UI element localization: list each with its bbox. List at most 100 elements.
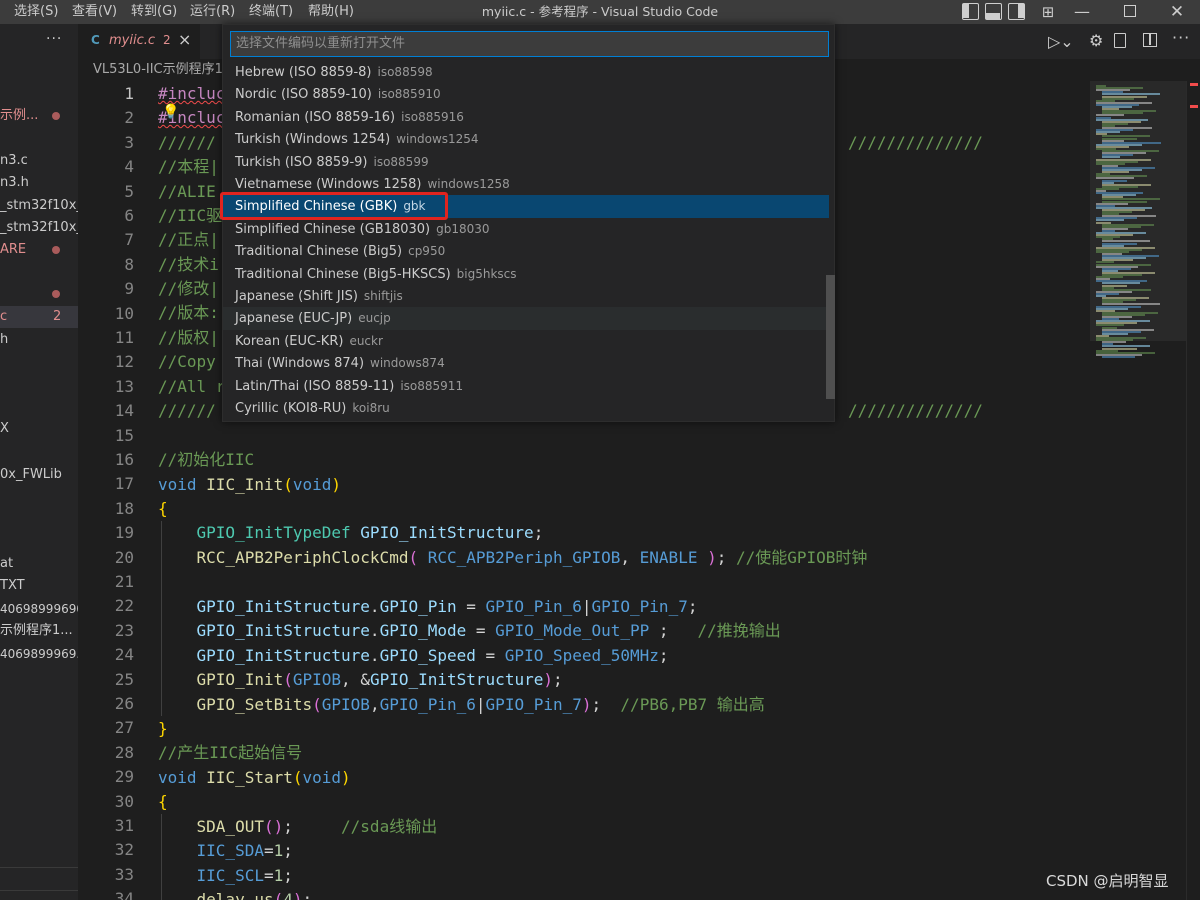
close-tab-icon[interactable]: × xyxy=(178,30,191,49)
file-item[interactable]: _stm32f10x_... xyxy=(0,195,78,217)
toggle-secondary-sidebar-icon[interactable] xyxy=(1008,3,1025,20)
code-line-34: delay_us(4); xyxy=(158,888,313,900)
code-line-8: //技术i xyxy=(158,255,219,274)
file-item[interactable]: TXT xyxy=(0,575,78,597)
encoding-option[interactable]: Cyrillic (KOI8-RU) koi8ru xyxy=(223,397,829,419)
code-line-7: //正点| xyxy=(158,230,219,249)
macro: GPIO_Pin_7 xyxy=(591,597,688,616)
encoding-id: koi8ru xyxy=(352,401,390,415)
line-number: 27 xyxy=(114,718,134,738)
line-number: 33 xyxy=(114,864,134,884)
run-debug-icon[interactable]: ▷⌄ xyxy=(1048,32,1074,51)
line-number: 20 xyxy=(114,547,134,567)
tab-problem-count: 2 xyxy=(163,33,171,47)
macro: GPIOB xyxy=(321,695,370,714)
more-actions-icon[interactable]: ··· xyxy=(46,28,76,50)
tab-myiic[interactable]: C myiic.c 2 × xyxy=(78,24,200,59)
toggle-panel-icon[interactable] xyxy=(985,3,1002,20)
code-line-17: void IIC_Init(void) xyxy=(158,475,342,494)
file-item[interactable]: 4069899969... xyxy=(0,643,78,665)
code-line-29: void IIC_Start(void) xyxy=(158,768,351,787)
customize-layout-icon[interactable]: ⊞ xyxy=(1038,0,1058,24)
line-number: 24 xyxy=(114,645,134,665)
code-line-31: SDA_OUT(); //sda线输出 xyxy=(196,817,438,836)
code-line-19: GPIO_InitTypeDef GPIO_InitStructure; xyxy=(196,523,544,542)
toggle-primary-sidebar-icon[interactable] xyxy=(962,3,979,20)
encoding-option[interactable]: Thai (Windows 874) windows874 xyxy=(223,352,829,374)
encoding-option[interactable]: Korean (EUC-KR) euckr xyxy=(223,330,829,352)
encoding-id: big5hkscs xyxy=(456,266,517,281)
line-number: 19 xyxy=(114,523,134,543)
encoding-id: iso88598 xyxy=(377,65,433,79)
encoding-option[interactable]: Latin/Thai (ISO 8859-11) iso885911 xyxy=(223,375,829,397)
folder-item[interactable]: ARE xyxy=(0,239,78,261)
minimap-line xyxy=(1102,355,1135,358)
keyword: void xyxy=(292,475,332,494)
encoding-label: Romanian (ISO 8859-16) xyxy=(235,109,396,125)
encoding-option[interactable]: Traditional Chinese (Big5) cp950 xyxy=(223,240,829,262)
encoding-option[interactable]: Romanian (ISO 8859-16) iso885916 xyxy=(223,106,829,128)
member: GPIO_Pin xyxy=(379,597,457,616)
file-item[interactable]: 示例程序1... xyxy=(0,620,78,642)
encoding-label: Nordic (ISO 8859-10) xyxy=(235,87,372,103)
maximize-icon[interactable] xyxy=(1124,5,1136,17)
vertical-scrollbar[interactable] xyxy=(1186,81,1200,900)
more-actions-icon[interactable]: ··· xyxy=(1172,28,1190,47)
quick-pick-scrollbar[interactable] xyxy=(826,275,835,399)
comment: ////// xyxy=(158,133,216,152)
menu-terminal[interactable]: 终端(T) xyxy=(249,1,293,23)
menu-help[interactable]: 帮助(H) xyxy=(308,1,354,23)
open-preview-icon[interactable] xyxy=(1114,33,1126,48)
encoding-option[interactable]: Nordic (ISO 8859-10) iso885910 xyxy=(223,83,829,105)
encoding-label: Turkish (ISO 8859-9) xyxy=(235,154,368,170)
keyword: void xyxy=(158,475,197,494)
encoding-option[interactable]: Turkish (ISO 8859-9) iso88599 xyxy=(223,151,829,173)
file-item[interactable]: _stm32f10x_... xyxy=(0,217,78,239)
annotation-highlight-box xyxy=(220,192,448,220)
encoding-search-input[interactable]: 选择文件编码以重新打开文件 xyxy=(230,31,829,57)
menu-go[interactable]: 转到(G) xyxy=(131,1,177,23)
code-line-12: //Copy xyxy=(158,352,216,371)
file-item[interactable]: at xyxy=(0,553,78,575)
file-item[interactable]: 406989996​90 xyxy=(0,598,78,620)
lightbulb-icon[interactable]: 💡 xyxy=(162,104,179,120)
title-bar: 选择(S) 查看(V) 转到(G) 运行(R) 终端(T) 帮助(H) myii… xyxy=(0,0,1200,24)
settings-gear-icon[interactable]: ⚙ xyxy=(1089,31,1103,50)
encoding-option[interactable]: Japanese (Shift JIS) shiftjis xyxy=(223,285,829,307)
menu-selection[interactable]: 选择(S) xyxy=(14,1,58,23)
code-line-22: GPIO_InitStructure.GPIO_Pin = GPIO_Pin_6… xyxy=(196,597,698,616)
file-item[interactable]: n3.h xyxy=(0,172,78,194)
line-number: 3 xyxy=(124,132,134,152)
folder-item[interactable]: X xyxy=(0,418,78,440)
menu-view[interactable]: 查看(V) xyxy=(72,1,117,23)
minimap[interactable] xyxy=(1090,81,1186,900)
encoding-option[interactable]: Simplified Chinese (GB18030) gb18030 xyxy=(223,218,829,240)
file-item[interactable]: n3.c xyxy=(0,150,78,172)
encoding-option[interactable]: Traditional Chinese (Big5-HKSCS) big5hksc… xyxy=(223,263,829,285)
encoding-option[interactable]: Japanese (EUC-JP) eucjp xyxy=(223,307,829,330)
line-number: 13 xyxy=(114,376,134,396)
line-number: 2 xyxy=(124,108,134,128)
encoding-option[interactable]: Turkish (Windows 1254) windows1254 xyxy=(223,128,829,150)
file-item[interactable]: h xyxy=(0,329,78,351)
file-item[interactable]: 示例... xyxy=(0,105,78,127)
close-window-icon[interactable]: ✕ xyxy=(1167,0,1187,24)
watermark: CSDN @启明智显 xyxy=(1046,872,1169,890)
split-editor-icon[interactable] xyxy=(1143,33,1157,47)
code-line-27: } xyxy=(158,719,168,738)
macro: GPIO_Pin_7 xyxy=(485,695,582,714)
encoding-label: Turkish (Windows 1254) xyxy=(235,132,391,148)
code-line-20: RCC_APB2PeriphClockCmd( RCC_APB2Periph_G… xyxy=(196,548,868,567)
line-number: 28 xyxy=(114,742,134,762)
code-line-14: ////// xyxy=(158,401,216,420)
c-file-icon: C xyxy=(91,33,100,47)
folder-item[interactable]: 0x_FWLib xyxy=(0,464,78,486)
menu-run[interactable]: 运行(R) xyxy=(190,1,235,23)
line-number: 21 xyxy=(114,572,134,591)
encoding-option[interactable]: Hebrew (ISO 8859-8) iso88598 xyxy=(223,61,829,83)
variable: GPIO_InitStructure xyxy=(360,523,534,542)
line-number: 29 xyxy=(114,767,134,787)
code-line-3: ////// xyxy=(158,131,216,155)
minimize-icon[interactable]: — xyxy=(1072,0,1092,24)
code-line-30: { xyxy=(158,792,168,811)
